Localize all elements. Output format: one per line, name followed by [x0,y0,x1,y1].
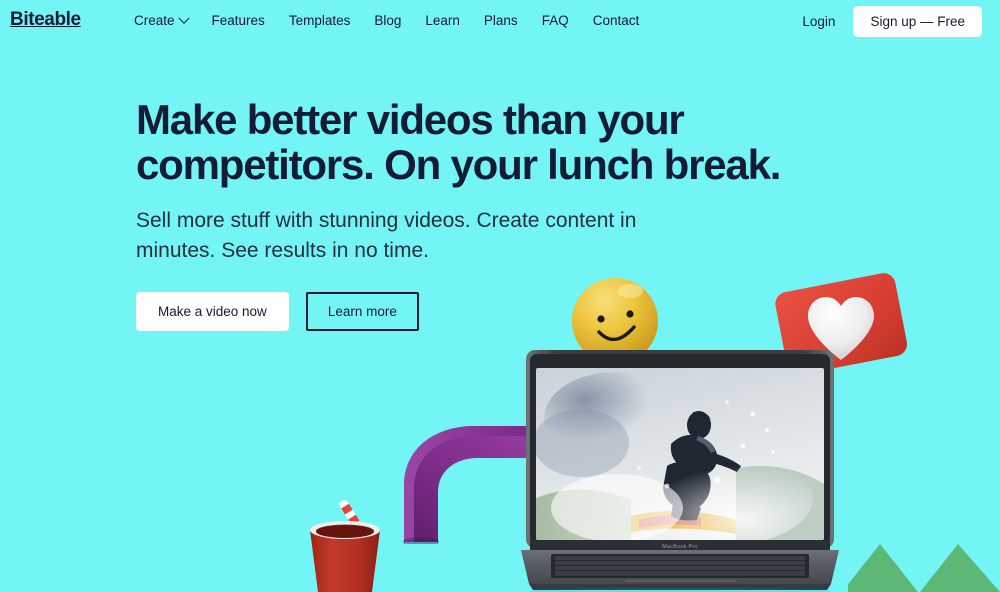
login-link[interactable]: Login [802,14,835,29]
laptop-model-label: MacBook Pro [662,544,698,550]
hero-section: Make better videos than your competitors… [136,96,896,331]
nav-item-create[interactable]: Create [134,12,190,28]
green-chevrons-icon [848,544,1000,592]
brand-logo[interactable]: Biteable [10,9,81,31]
nav-item-features[interactable]: Features [212,13,265,28]
nav-item-contact[interactable]: Contact [593,13,640,28]
nav-item-learn[interactable]: Learn [425,13,460,28]
hero-cta-row: Make a video now Learn more [136,291,896,331]
signup-button[interactable]: Sign up — Free [853,6,982,37]
learn-more-button[interactable]: Learn more [305,291,419,331]
purple-arch-icon [403,426,548,544]
nav-item-faq[interactable]: FAQ [542,13,569,28]
laptop-mockup: MacBook Pro [521,350,839,592]
nav-item-create-label: Create [134,13,175,28]
nav-item-plans[interactable]: Plans [484,13,518,28]
nav-links: Create Features Templates Blog Learn Pla… [134,12,640,28]
red-cup-icon [310,500,380,592]
nav-item-blog[interactable]: Blog [374,13,401,28]
nav-item-templates[interactable]: Templates [289,13,351,28]
main-navbar: Biteable Create Features Templates Blog … [0,0,1000,41]
hero-headline: Make better videos than your competitors… [136,96,781,188]
nav-actions: Login Sign up — Free [802,6,982,37]
chevron-down-icon [177,12,190,24]
make-a-video-now-button[interactable]: Make a video now [136,291,289,331]
hero-subheadline: Sell more stuff with stunning videos. Cr… [136,208,637,262]
